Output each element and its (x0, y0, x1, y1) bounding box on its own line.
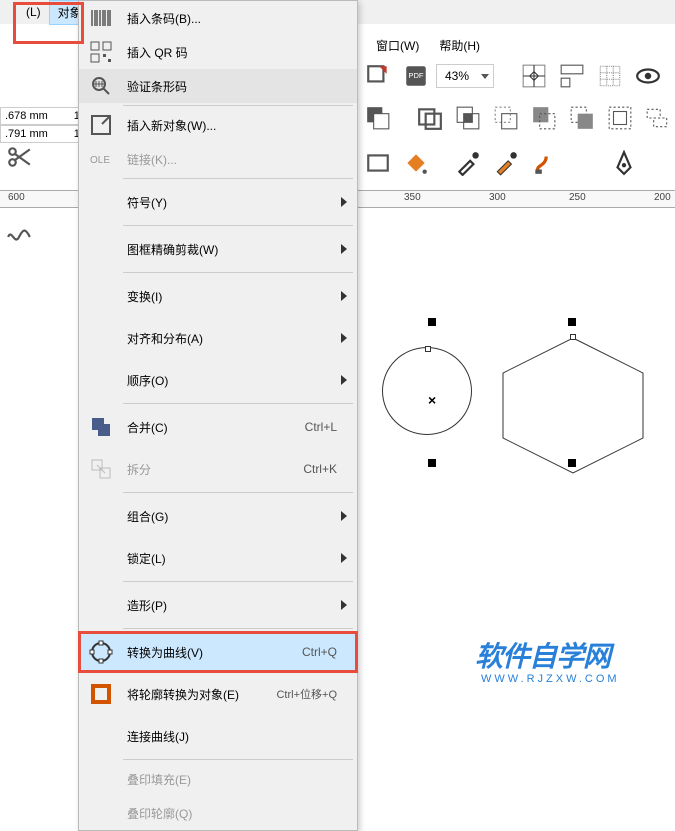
menu-insert-qr[interactable]: 插入 QR 码 (79, 35, 357, 69)
eye-icon[interactable] (630, 58, 666, 94)
menu-overprint-outline: 叠印轮廓(Q) (79, 796, 357, 830)
menu-group[interactable]: 组合(G) (79, 495, 357, 537)
scissors-icon[interactable] (2, 140, 36, 174)
trim-icon[interactable] (360, 100, 396, 136)
pdf-icon[interactable]: PDF (398, 58, 434, 94)
zoom-value: 43% (441, 69, 481, 83)
front-minus-icon[interactable] (526, 100, 562, 136)
chevron-right-icon (341, 197, 347, 207)
menu-shaping[interactable]: 造形(P) (79, 584, 357, 626)
fill-tool-icon[interactable] (398, 145, 434, 181)
menu-link: OLE 链接(K)... (79, 142, 357, 176)
qr-icon (79, 40, 123, 64)
back-minus-icon[interactable] (564, 100, 600, 136)
chevron-right-icon (341, 553, 347, 563)
simplify-icon[interactable] (488, 100, 524, 136)
convert-curve-icon (79, 640, 123, 664)
align-icon[interactable] (640, 100, 675, 136)
chevron-right-icon (341, 600, 347, 610)
pen-tool-icon[interactable] (606, 145, 642, 181)
height-value: .791 mm (3, 128, 50, 140)
selection-handle[interactable] (428, 318, 436, 326)
chevron-right-icon (341, 244, 347, 254)
node-handle[interactable] (570, 334, 576, 340)
toolbar-row-3 (360, 145, 675, 181)
color-eyedropper-icon[interactable] (488, 145, 524, 181)
menu-lock[interactable]: 锁定(L) (79, 537, 357, 579)
ole-link-icon: OLE (79, 147, 123, 171)
menu-verify-barcode[interactable]: 验证条形码 (79, 69, 357, 103)
zoom-combo[interactable]: 43% (436, 64, 494, 88)
combine-icon (79, 415, 123, 439)
dimension-readout: .678 mm1 .791 mm1 (0, 107, 85, 143)
watermark-title: 软件自学网 (475, 635, 620, 675)
rect-tool-icon[interactable] (360, 145, 396, 181)
svg-text:PDF: PDF (408, 71, 424, 80)
snap-icon[interactable] (516, 58, 552, 94)
menu-symbol[interactable]: 符号(Y) (79, 181, 357, 223)
menu-powerclip[interactable]: 图框精确剪裁(W) (79, 228, 357, 270)
menu-insert-barcode[interactable]: 插入条码(B)... (79, 1, 357, 35)
selection-handle[interactable] (568, 318, 576, 326)
intersect-icon[interactable] (450, 100, 486, 136)
menu-break: 拆分 Ctrl+K (79, 448, 357, 490)
chevron-down-icon (481, 74, 489, 79)
selection-center: × (428, 392, 436, 408)
hexagon-shape[interactable] (500, 335, 650, 475)
boundary-icon[interactable] (602, 100, 638, 136)
menu-join-curves[interactable]: 连接曲线(J) (79, 715, 357, 757)
menu-help[interactable]: 帮助(H) (433, 35, 486, 56)
watermark: 软件自学网 WWW.RJZXW.COM (475, 635, 620, 685)
insert-object-icon (79, 113, 123, 137)
node-handle[interactable] (425, 346, 431, 352)
menu-convert-to-curves[interactable]: 转换为曲线(V) Ctrl+Q (79, 631, 357, 673)
chevron-right-icon (341, 511, 347, 521)
menu-align[interactable]: 对齐和分布(A) (79, 317, 357, 359)
menu-overprint-fill: 叠印填充(E) (79, 762, 357, 796)
weld-icon[interactable] (412, 100, 448, 136)
chevron-right-icon (341, 291, 347, 301)
chevron-right-icon (341, 333, 347, 343)
verify-barcode-icon (79, 74, 123, 98)
wave-icon[interactable] (2, 220, 36, 254)
menubar-right: 窗口(W) 帮助(H) (370, 35, 486, 56)
menu-insert-object[interactable]: 插入新对象(W)... (79, 108, 357, 142)
menu-combine[interactable]: 合并(C) Ctrl+L (79, 406, 357, 448)
chevron-right-icon (341, 375, 347, 385)
selection-handle[interactable] (428, 459, 436, 467)
svg-text:OLE: OLE (90, 155, 110, 166)
outline-object-icon (79, 682, 123, 706)
grid-icon[interactable] (592, 58, 628, 94)
toolbar-row-2 (360, 100, 675, 136)
ruler-icon[interactable] (554, 58, 590, 94)
brush-icon[interactable] (526, 145, 562, 181)
object-menu: 插入条码(B)... 插入 QR 码 验证条形码 插入新对象(W)... OLE… (78, 0, 358, 831)
circle-shape[interactable] (382, 347, 472, 435)
menu-window[interactable]: 窗口(W) (370, 35, 425, 56)
barcode-icon (79, 6, 123, 30)
width-value: .678 mm (3, 110, 50, 122)
menu-partial[interactable]: (L) (18, 2, 49, 22)
menu-transform[interactable]: 变换(I) (79, 275, 357, 317)
eyedropper-icon[interactable] (450, 145, 486, 181)
watermark-url: WWW.RJZXW.COM (481, 673, 620, 685)
menu-order[interactable]: 顺序(O) (79, 359, 357, 401)
selection-handle[interactable] (568, 459, 576, 467)
break-icon (79, 457, 123, 481)
export-icon[interactable] (360, 58, 396, 94)
toolbar-row-1: PDF 43% (360, 58, 666, 94)
menu-outline-to-object[interactable]: 将轮廓转换为对象(E) Ctrl+位移+Q (79, 673, 357, 715)
